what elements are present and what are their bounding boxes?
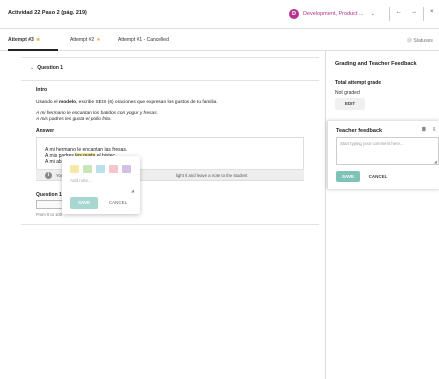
previous-arrow-icon[interactable]: ← [396, 9, 402, 15]
sidebar-heading: Grading and Teacher Feedback [335, 61, 417, 67]
highlight-note-popover: Add note... ◢ SAVE CANCEL [62, 156, 140, 214]
tab-label: Attempt #1 - Cancelled [118, 37, 169, 43]
intro-label: Intro [36, 87, 48, 93]
feedback-title: Teacher feedback [336, 128, 383, 134]
nav-divider [423, 7, 424, 21]
chevron-down-icon: ⌄ [30, 65, 35, 71]
example-line: A mis padres les gusta el pollo frito. [36, 117, 112, 122]
divider [21, 57, 319, 58]
tab-label: Attempt #2 [70, 37, 95, 43]
color-swatch-purple[interactable] [122, 165, 131, 173]
tab-label: Attempt #3 [8, 37, 34, 43]
star-icon: ★ [35, 37, 41, 43]
tab-attempt-2[interactable]: Attempt #2 ★ [70, 37, 101, 43]
cancel-note-button[interactable]: CANCEL [103, 197, 133, 209]
rich-text-icon[interactable]: Ⅲ [422, 127, 426, 133]
grading-sidebar: Grading and Teacher Feedback Total attem… [327, 51, 439, 379]
statuses-button[interactable]: ⓪ Statuses [407, 37, 433, 44]
color-swatch-blue[interactable] [96, 165, 105, 173]
course-name: Development, Product ... [303, 11, 364, 17]
close-icon[interactable]: × [430, 9, 434, 15]
example-line: A mi hermano le encantan los batidos con… [36, 111, 158, 116]
grade-range: From 0 to 100 [36, 212, 63, 217]
color-swatch-green[interactable] [83, 165, 92, 173]
total-grade-label: Total attempt grade [335, 80, 382, 86]
tab-attempt-3[interactable]: Attempt #3 ★ [8, 37, 40, 43]
top-bar: Actividad 22 Paso 2 (pág. 219) D Develop… [0, 0, 439, 29]
answer-label: Answer [36, 128, 55, 134]
edit-grade-button[interactable]: EDIT [335, 98, 365, 110]
divider [21, 224, 319, 225]
info-icon: i [45, 172, 52, 179]
color-swatch-yellow[interactable] [70, 165, 79, 173]
instruction-text: Usando el modelo, escribe SEIS (6) oraci… [36, 100, 218, 105]
question-title: Question 1 [37, 65, 64, 71]
star-icon: ★ [96, 37, 101, 43]
teacher-feedback-panel: Teacher feedback Ⅲ ⇩ Start typing your c… [327, 121, 439, 189]
feedback-textarea[interactable]: Start typing your comment here... ◢ [336, 137, 439, 165]
save-note-button[interactable]: SAVE [70, 197, 98, 209]
tab-attempt-1[interactable]: Attempt #1 - Cancelled [118, 37, 169, 43]
feedback-placeholder: Start typing your comment here... [340, 141, 404, 146]
chevron-down-icon: ⌄ [370, 11, 375, 17]
save-feedback-button[interactable]: SAVE [336, 171, 360, 182]
cancel-feedback-button[interactable]: CANCEL [364, 171, 392, 182]
divider [21, 80, 319, 81]
nav-divider [389, 7, 390, 21]
grade-label: Question 1 [36, 192, 62, 198]
resize-handle-icon[interactable]: ◢ [434, 159, 437, 164]
color-swatch-pink[interactable] [109, 165, 118, 173]
course-avatar: D [289, 9, 299, 19]
total-grade-value: Not graded [335, 90, 360, 96]
attempt-tabs: Attempt #3 ★ Attempt #2 ★ Attempt #1 - Can… [0, 29, 439, 51]
microphone-icon[interactable]: ⇩ [432, 127, 437, 133]
next-arrow-icon[interactable]: → [411, 9, 417, 15]
answer-line: A mi ab [45, 159, 62, 165]
note-input[interactable]: Add note... [70, 178, 134, 192]
course-selector[interactable]: D Development, Product ... ⌄ [289, 9, 375, 19]
page-title: Actividad 22 Paso 2 (pág. 219) [8, 10, 87, 16]
hint-text: light it and leave a note to the student [176, 173, 248, 178]
resize-handle-icon[interactable]: ◢ [131, 188, 134, 193]
question-header[interactable]: ⌄ Question 1 [30, 65, 63, 71]
